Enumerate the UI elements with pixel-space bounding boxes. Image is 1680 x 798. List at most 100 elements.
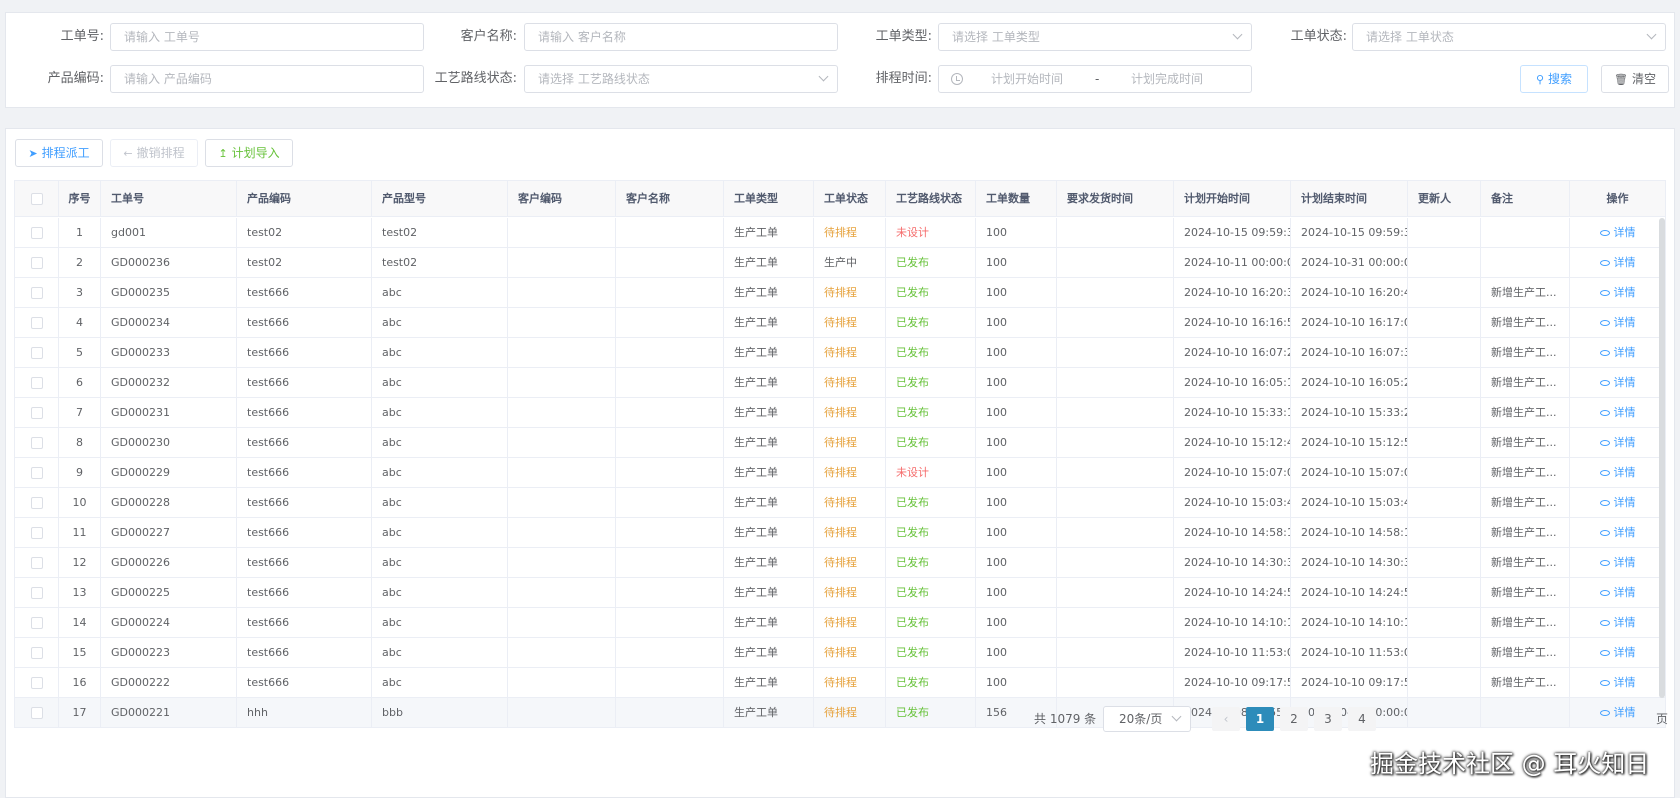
row-checkbox[interactable] bbox=[30, 557, 43, 569]
page-size-select[interactable]: 20条/页 bbox=[1103, 706, 1191, 732]
prev-page-button[interactable]: ‹ bbox=[1212, 707, 1240, 731]
table-row[interactable]: 2 GD000236 test02 test02 生产工单 生产中 已发布 100 2024-1… bbox=[15, 248, 1665, 278]
eye-icon bbox=[1599, 320, 1610, 326]
cell-product-code: test666 bbox=[237, 398, 372, 427]
table-row[interactable]: 15 GD000223 test666 abc 生产工单 待排程 已发布 100 2024-10… bbox=[15, 638, 1665, 668]
detail-link[interactable]: 详情 bbox=[1599, 406, 1636, 419]
cell-customer-name bbox=[616, 218, 724, 247]
page-button-4[interactable]: 4 bbox=[1348, 707, 1376, 731]
row-checkbox[interactable] bbox=[30, 257, 43, 269]
table-row[interactable]: 4 GD000234 test666 abc 生产工单 待排程 已发布 100 2024-10-… bbox=[15, 308, 1665, 338]
cell-plan-start: 2024-10-10 15:33:19 bbox=[1174, 398, 1291, 427]
dispatch-button[interactable]: ➤ 排程派工 bbox=[15, 139, 103, 167]
row-checkbox[interactable] bbox=[30, 647, 43, 659]
row-checkbox[interactable] bbox=[30, 527, 43, 539]
route-status-select[interactable]: 请选择 工艺路线状态 bbox=[524, 65, 838, 93]
customer-name-input[interactable]: 请输入 客户名称 bbox=[524, 23, 838, 51]
watermark: 掘金技术社区 @ 耳火知日 bbox=[1370, 750, 1650, 778]
table-row[interactable]: 13 GD000225 test666 abc 生产工单 待排程 已发布 100 2024-10… bbox=[15, 578, 1665, 608]
page-button-3[interactable]: 3 bbox=[1314, 707, 1342, 731]
schedule-time-range[interactable]: 计划开始时间 - 计划完成时间 bbox=[938, 65, 1252, 93]
cell-plan-end: 2024-10-10 15:33:20 bbox=[1291, 398, 1408, 427]
cell-actions: 详情 bbox=[1570, 308, 1665, 337]
table-row[interactable]: 12 GD000226 test666 abc 生产工单 待排程 已发布 100 2024-10… bbox=[15, 548, 1665, 578]
cancel-schedule-button[interactable]: ← 撤销排程 bbox=[110, 139, 198, 167]
detail-link-label: 详情 bbox=[1613, 256, 1636, 269]
cell-order-status: 待排程 bbox=[814, 548, 886, 577]
detail-link[interactable]: 详情 bbox=[1599, 256, 1636, 269]
cell-route-status: 已发布 bbox=[886, 578, 976, 607]
detail-link[interactable]: 详情 bbox=[1599, 526, 1636, 539]
detail-link[interactable]: 详情 bbox=[1599, 586, 1636, 599]
cell-quantity: 100 bbox=[976, 278, 1057, 307]
row-checkbox[interactable] bbox=[30, 587, 43, 599]
row-checkbox[interactable] bbox=[30, 467, 43, 479]
cell-product-model: abc bbox=[372, 338, 508, 367]
cell-order-type: 生产工单 bbox=[724, 698, 814, 727]
row-checkbox[interactable] bbox=[30, 317, 43, 329]
row-checkbox[interactable] bbox=[30, 497, 43, 509]
detail-link-label: 详情 bbox=[1613, 616, 1636, 629]
schedule-start-input[interactable]: 计划开始时间 bbox=[991, 66, 1063, 92]
cell-plan-end: 2024-10-10 14:58:18 bbox=[1291, 518, 1408, 547]
detail-link[interactable]: 详情 bbox=[1599, 346, 1636, 359]
table-row[interactable]: 6 GD000232 test666 abc 生产工单 待排程 已发布 100 2024-10-… bbox=[15, 368, 1665, 398]
cell-checkbox bbox=[15, 548, 59, 577]
table-row[interactable]: 10 GD000228 test666 abc 生产工单 待排程 已发布 100 2024-10… bbox=[15, 488, 1665, 518]
cell-order-type: 生产工单 bbox=[724, 428, 814, 457]
cell-order-status: 待排程 bbox=[814, 668, 886, 697]
detail-link[interactable]: 详情 bbox=[1599, 496, 1636, 509]
detail-link[interactable]: 详情 bbox=[1599, 436, 1636, 449]
detail-link[interactable]: 详情 bbox=[1599, 676, 1636, 689]
table-row[interactable]: 16 GD000222 test666 abc 生产工单 待排程 已发布 100 2024-10… bbox=[15, 668, 1665, 698]
detail-link[interactable]: 详情 bbox=[1599, 616, 1636, 629]
cell-plan-start: 2024-10-15 09:59:34 bbox=[1174, 218, 1291, 247]
row-checkbox[interactable] bbox=[30, 347, 43, 359]
detail-link[interactable]: 详情 bbox=[1599, 376, 1636, 389]
page-button-2[interactable]: 2 bbox=[1280, 707, 1308, 731]
table-scrollbar[interactable] bbox=[1659, 218, 1665, 698]
row-checkbox[interactable] bbox=[30, 707, 43, 719]
order-no-input[interactable]: 请输入 工单号 bbox=[110, 23, 424, 51]
pagination-total: 共 1079 条 bbox=[1034, 712, 1097, 726]
detail-link[interactable]: 详情 bbox=[1599, 286, 1636, 299]
table-row[interactable]: 11 GD000227 test666 abc 生产工单 待排程 已发布 100 2024-10… bbox=[15, 518, 1665, 548]
cell-order-type: 生产工单 bbox=[724, 638, 814, 667]
table-row[interactable]: 5 GD000233 test666 abc 生产工单 待排程 已发布 100 2024-10-… bbox=[15, 338, 1665, 368]
cell-updater bbox=[1408, 458, 1481, 487]
row-checkbox[interactable] bbox=[30, 407, 43, 419]
order-type-placeholder: 请选择 工单类型 bbox=[952, 30, 1040, 44]
row-checkbox[interactable] bbox=[30, 437, 43, 449]
table-row[interactable]: 7 GD000231 test666 abc 生产工单 待排程 已发布 100 2024-10-… bbox=[15, 398, 1665, 428]
table-row[interactable]: 9 GD000229 test666 abc 生产工单 待排程 未设计 100 2024-10-… bbox=[15, 458, 1665, 488]
detail-link[interactable]: 详情 bbox=[1599, 316, 1636, 329]
detail-link[interactable]: 详情 bbox=[1599, 466, 1636, 479]
clear-button[interactable]: 🗑 清空 bbox=[1601, 65, 1669, 93]
page-button-1[interactable]: 1 bbox=[1246, 707, 1274, 731]
select-all-checkbox[interactable] bbox=[30, 193, 43, 205]
cell-product-model: abc bbox=[372, 548, 508, 577]
table-row[interactable]: 14 GD000224 test666 abc 生产工单 待排程 已发布 100 2024-10… bbox=[15, 608, 1665, 638]
row-checkbox[interactable] bbox=[30, 677, 43, 689]
order-type-select[interactable]: 请选择 工单类型 bbox=[938, 23, 1252, 51]
cell-customer-name bbox=[616, 248, 724, 277]
detail-link[interactable]: 详情 bbox=[1599, 226, 1636, 239]
cell-order-type: 生产工单 bbox=[724, 278, 814, 307]
search-panel: 工单号: 请输入 工单号 客户名称: 请输入 客户名称 工单类型: 请选择 工单… bbox=[5, 12, 1675, 108]
row-checkbox[interactable] bbox=[30, 377, 43, 389]
table-row[interactable]: 1 gd001 test02 test02 生产工单 待排程 未设计 100 2024-10-1… bbox=[15, 218, 1665, 248]
table-row[interactable]: 8 GD000230 test666 abc 生产工单 待排程 已发布 100 2024-10-… bbox=[15, 428, 1665, 458]
schedule-end-input[interactable]: 计划完成时间 bbox=[1131, 66, 1203, 92]
table-row[interactable]: 3 GD000235 test666 abc 生产工单 待排程 已发布 100 2024-10-… bbox=[15, 278, 1665, 308]
row-checkbox[interactable] bbox=[30, 287, 43, 299]
row-checkbox[interactable] bbox=[30, 227, 43, 239]
order-status-select[interactable]: 请选择 工单状态 bbox=[1352, 23, 1666, 51]
row-checkbox[interactable] bbox=[30, 617, 43, 629]
cell-remark: 新增生产工... bbox=[1481, 548, 1570, 577]
product-code-input[interactable]: 请输入 产品编码 bbox=[110, 65, 424, 93]
detail-link[interactable]: 详情 bbox=[1599, 646, 1636, 659]
detail-link[interactable]: 详情 bbox=[1599, 556, 1636, 569]
import-button[interactable]: ↥ 计划导入 bbox=[205, 139, 293, 167]
search-button[interactable]: ⚲ 搜索 bbox=[1520, 65, 1588, 93]
cell-actions: 详情 bbox=[1570, 518, 1665, 547]
